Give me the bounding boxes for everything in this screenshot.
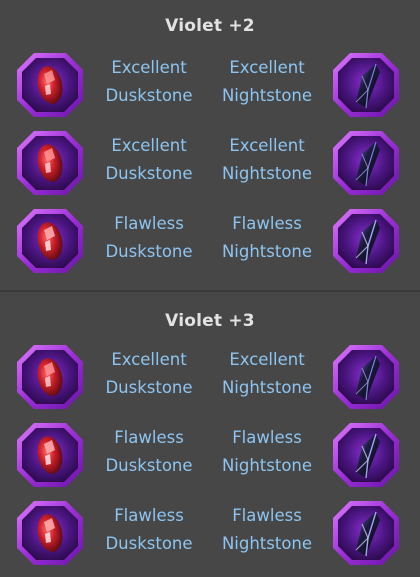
nightstone-label: Flawless Nightstone [207, 424, 327, 480]
gem-row: Excellent Duskstone Excellent Nightstone [0, 50, 420, 120]
gem-name: Nightstone [221, 534, 313, 553]
gem-quality: Flawless [232, 506, 302, 525]
gem-name: Duskstone [105, 378, 193, 397]
gem-row: Excellent Duskstone Excellent Nightstone [0, 342, 420, 412]
gem-list-page: Violet +2 Excellent Duskstone Excellent … [0, 0, 420, 577]
duskstone-label: Flawless Duskstone [89, 210, 209, 266]
gem-name: Nightstone [221, 456, 313, 475]
nightstone-label: Excellent Nightstone [207, 132, 327, 188]
gem-row: Flawless Duskstone Flawless Nightstone [0, 498, 420, 568]
duskstone-label: Flawless Duskstone [89, 502, 209, 558]
duskstone-gem-icon [14, 342, 86, 412]
section-title: Violet +2 [165, 16, 255, 36]
gem-row: Flawless Duskstone Flawless Nightstone [0, 420, 420, 490]
nightstone-gem-icon [330, 420, 402, 490]
gem-quality: Flawless [232, 428, 302, 447]
nightstone-gem-icon [330, 50, 402, 120]
gem-quality: Excellent [111, 58, 187, 77]
gem-name: Duskstone [105, 534, 193, 553]
gem-name: Duskstone [105, 164, 193, 183]
gem-name: Duskstone [105, 86, 193, 105]
gem-quality: Flawless [114, 506, 184, 525]
nightstone-gem-icon [330, 206, 402, 276]
duskstone-label: Excellent Duskstone [89, 54, 209, 110]
duskstone-label: Flawless Duskstone [89, 424, 209, 480]
nightstone-label: Excellent Nightstone [207, 346, 327, 402]
gem-quality: Excellent [111, 136, 187, 155]
section-violet-3: Violet +3 Excellent Duskstone Excellent … [0, 292, 420, 577]
gem-name: Duskstone [105, 242, 193, 261]
gem-quality: Excellent [229, 136, 305, 155]
gem-name: Duskstone [105, 456, 193, 475]
gem-quality: Excellent [111, 350, 187, 369]
duskstone-gem-icon [14, 128, 86, 198]
nightstone-gem-icon [330, 498, 402, 568]
duskstone-label: Excellent Duskstone [89, 132, 209, 188]
duskstone-gem-icon [14, 206, 86, 276]
nightstone-gem-icon [330, 342, 402, 412]
duskstone-gem-icon [14, 50, 86, 120]
gem-quality: Excellent [229, 58, 305, 77]
gem-name: Nightstone [221, 164, 313, 183]
gem-quality: Flawless [114, 214, 184, 233]
nightstone-label: Flawless Nightstone [207, 210, 327, 266]
duskstone-label: Excellent Duskstone [89, 346, 209, 402]
gem-row: Flawless Duskstone Flawless Nightstone [0, 206, 420, 276]
duskstone-gem-icon [14, 498, 86, 568]
nightstone-label: Excellent Nightstone [207, 54, 327, 110]
section-violet-2: Violet +2 Excellent Duskstone Excellent … [0, 0, 420, 290]
gem-row: Excellent Duskstone Excellent Nightstone [0, 128, 420, 198]
nightstone-gem-icon [330, 128, 402, 198]
section-title: Violet +3 [165, 311, 255, 331]
gem-name: Nightstone [221, 378, 313, 397]
gem-quality: Flawless [232, 214, 302, 233]
gem-name: Nightstone [221, 86, 313, 105]
gem-quality: Flawless [114, 428, 184, 447]
gem-quality: Excellent [229, 350, 305, 369]
gem-name: Nightstone [221, 242, 313, 261]
duskstone-gem-icon [14, 420, 86, 490]
nightstone-label: Flawless Nightstone [207, 502, 327, 558]
